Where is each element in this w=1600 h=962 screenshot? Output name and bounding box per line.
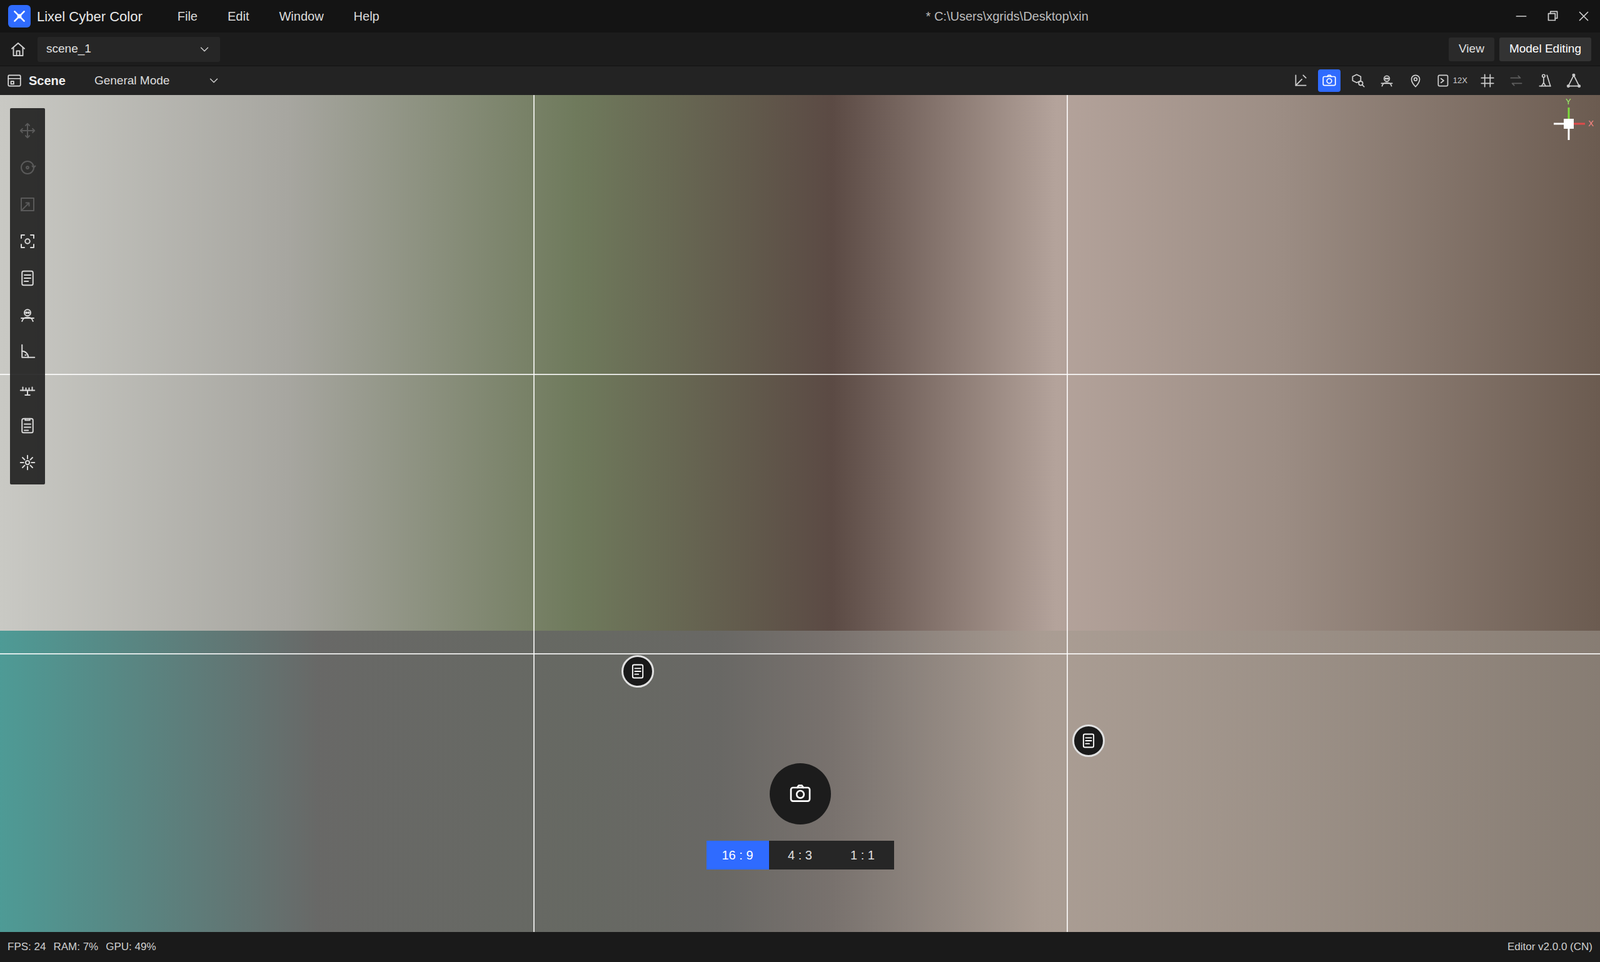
left-tool[interactable] xyxy=(10,259,46,297)
left-tool[interactable] xyxy=(10,222,46,260)
mode-buttons: View Model Editing xyxy=(1448,37,1592,62)
scene-select[interactable]: scene_1 xyxy=(37,36,221,62)
scene-icon xyxy=(6,72,23,89)
capture-controls: 16 : 9 4 : 3 1 : 1 xyxy=(0,763,1600,870)
left-tool[interactable] xyxy=(10,148,46,186)
title-bar: Lixel Cyber Color File Edit Window Help * C:\… xyxy=(0,0,1600,33)
annotation-marker[interactable] xyxy=(621,655,655,688)
close-icon[interactable] xyxy=(1572,5,1595,28)
view-tool[interactable] xyxy=(1404,69,1427,92)
menu-item[interactable]: Help xyxy=(353,6,380,26)
measure-icon xyxy=(18,379,37,399)
speed-label: 12X xyxy=(1453,74,1468,87)
robot-icon xyxy=(18,305,37,325)
mode-button[interactable]: View xyxy=(1448,37,1495,62)
app-logo-icon xyxy=(8,5,31,28)
annotation-marker[interactable] xyxy=(1072,724,1105,758)
person-icon xyxy=(1536,72,1554,89)
aspect-ratio-label: 4 : 3 xyxy=(787,845,813,865)
view-tool[interactable] xyxy=(1562,69,1585,92)
speed-icon xyxy=(1435,72,1452,89)
left-tool[interactable] xyxy=(10,333,46,371)
mode-button-label: Model Editing xyxy=(1509,40,1582,59)
move-icon xyxy=(18,121,37,141)
view-tool[interactable] xyxy=(1375,69,1399,92)
camera-icon xyxy=(787,781,813,807)
gizmo-label: X xyxy=(1588,119,1594,128)
file-path: * C:\Users\xgrids\Desktop\xin xyxy=(925,6,1089,26)
panel-header: Scene General Mode 12X xyxy=(0,66,1600,96)
maximize-icon[interactable] xyxy=(1541,5,1564,28)
aspect-ratio-button[interactable]: 1 : 1 xyxy=(831,840,895,870)
view-toolbar: 12X xyxy=(1289,69,1585,92)
menu-item[interactable]: File xyxy=(177,6,198,26)
aspect-ratio-label: 16 : 9 xyxy=(721,845,753,865)
triangle-icon xyxy=(1565,72,1582,89)
pin-icon xyxy=(1407,72,1424,89)
note-icon xyxy=(18,268,37,288)
fps-reading: FPS: 24 xyxy=(7,939,46,956)
left-tool[interactable] xyxy=(10,111,46,149)
view-tool[interactable]: 12X xyxy=(1433,69,1470,92)
view-tool[interactable] xyxy=(1289,69,1312,92)
camera-icon xyxy=(1321,72,1338,89)
minimize-icon[interactable] xyxy=(1509,5,1533,28)
grid-line xyxy=(0,653,1600,655)
left-tool[interactable] xyxy=(10,370,46,408)
chevron-down-icon xyxy=(197,42,212,57)
grid-icon xyxy=(1479,72,1496,89)
capture-button[interactable] xyxy=(769,763,831,825)
mode-select-value: General Mode xyxy=(94,71,170,91)
note-icon xyxy=(628,662,647,681)
robot-icon xyxy=(1378,72,1395,89)
grid-line xyxy=(1066,95,1068,933)
mode-button-label: View xyxy=(1458,40,1485,59)
focus-icon xyxy=(18,231,37,251)
aspect-ratio-button[interactable]: 4 : 3 xyxy=(769,840,832,870)
aspect-ratio-button[interactable]: 16 : 9 xyxy=(706,840,770,870)
gizmo-label: Y xyxy=(1565,97,1572,106)
ram-reading: RAM: 7% xyxy=(53,939,99,956)
view-tool[interactable] xyxy=(1504,69,1528,92)
view-tool[interactable] xyxy=(1533,69,1557,92)
grid-line xyxy=(0,373,1600,376)
mode-button[interactable]: Model Editing xyxy=(1499,37,1592,62)
viewport[interactable]: YX16 : 94 : 31 : 1 xyxy=(0,95,1600,933)
view-tool[interactable] xyxy=(1346,69,1370,92)
app-name: Lixel Cyber Color xyxy=(36,6,143,27)
window-controls xyxy=(1509,5,1595,28)
left-tool[interactable] xyxy=(10,185,46,223)
mode-select[interactable]: General Mode xyxy=(94,71,221,91)
sun-icon xyxy=(18,453,37,473)
angle-icon xyxy=(18,342,37,362)
note-icon xyxy=(1079,732,1098,750)
swap-icon xyxy=(1508,72,1525,89)
chevron-down-icon xyxy=(206,73,221,88)
rotate-icon xyxy=(18,158,37,177)
left-tool[interactable] xyxy=(10,407,46,444)
home-icon[interactable] xyxy=(8,40,28,59)
left-toolbar xyxy=(10,108,46,485)
gpu-reading: GPU: 49% xyxy=(105,939,156,956)
menu-item[interactable]: Window xyxy=(278,6,324,26)
menu-item[interactable]: Edit xyxy=(227,6,249,26)
status-bar: FPS: 24 RAM: 7% GPU: 49% Editor v2.0.0 (CN) xyxy=(0,932,1600,962)
scale-icon xyxy=(18,195,37,214)
left-tool[interactable] xyxy=(10,443,46,481)
left-tool[interactable] xyxy=(10,296,46,334)
axis-gizmo[interactable]: YX xyxy=(1542,97,1595,151)
grid-line xyxy=(533,95,535,933)
aspect-ratio-selector: 16 : 9 4 : 3 1 : 1 xyxy=(706,840,895,870)
scene-select-value: scene_1 xyxy=(46,40,92,59)
scene-bar: scene_1 View Model Editing xyxy=(0,32,1600,67)
view-tool[interactable] xyxy=(1476,69,1499,92)
list-icon xyxy=(18,416,37,436)
panel-title: Scene xyxy=(28,71,66,91)
axis-icon xyxy=(1292,72,1309,89)
version-label: Editor v2.0.0 (CN) xyxy=(1507,939,1593,956)
view-tool[interactable] xyxy=(1318,69,1341,92)
search-icon xyxy=(1349,72,1367,89)
menu-bar: File Edit Window Help xyxy=(177,6,380,26)
aspect-ratio-label: 1 : 1 xyxy=(850,845,875,865)
